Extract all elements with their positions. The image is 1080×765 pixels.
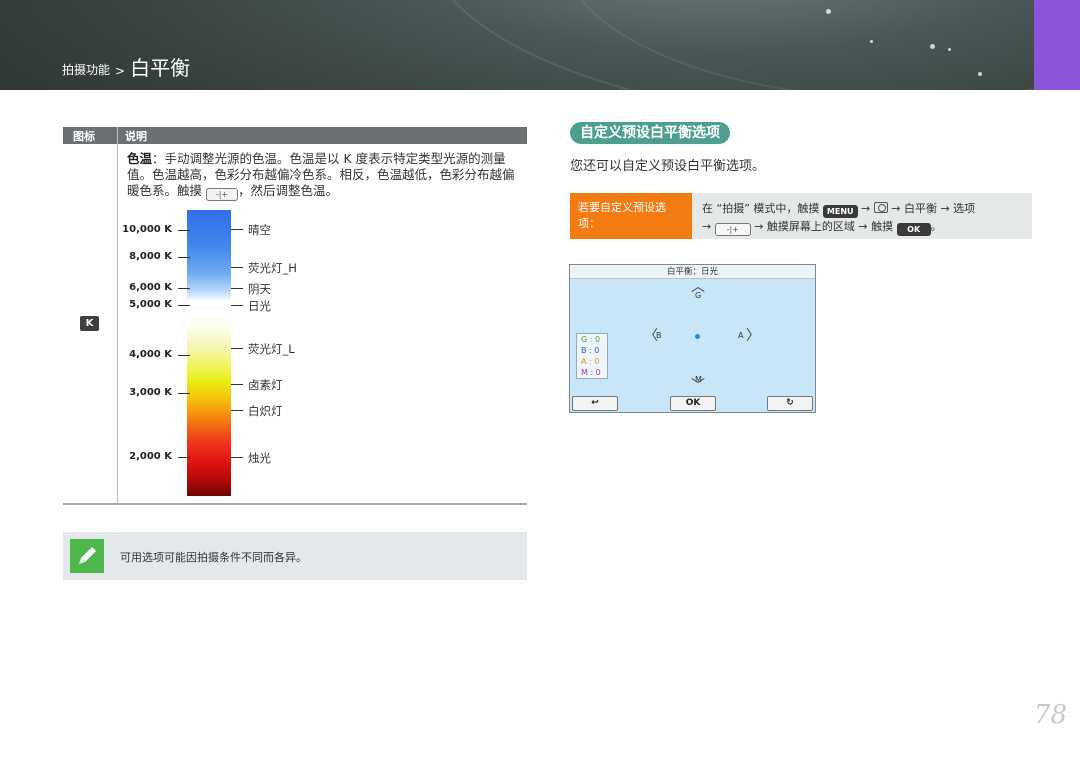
page-title: 白平衡 — [130, 56, 191, 80]
source-tick — [231, 305, 243, 306]
banner-sparkle — [978, 72, 982, 76]
source-label: 阴天 — [248, 282, 271, 296]
kelvin-icon: K — [80, 316, 99, 331]
kelvin-label: 10,000 K — [122, 224, 172, 235]
source-label: 烛光 — [248, 451, 271, 465]
value-b: B : 0 — [581, 346, 600, 355]
breadcrumb: 拍摄功能 > 白平衡 — [62, 52, 190, 81]
source-label: 卤素灯 — [248, 378, 283, 392]
kelvin-tick — [178, 257, 190, 258]
axis-label-b: B — [656, 331, 662, 340]
kelvin-tick — [178, 288, 190, 289]
column-header-description: 说明 — [125, 130, 147, 143]
banner-sparkle — [826, 9, 831, 14]
kelvin-tick — [178, 393, 190, 394]
down-chevron-icon[interactable]: ﹀ — [691, 379, 705, 393]
value-g: G : 0 — [581, 335, 601, 344]
screen-title: 白平衡：日光 — [570, 265, 815, 279]
source-tick — [231, 410, 243, 411]
pencil-note-icon — [70, 539, 104, 573]
value-a: A : 0 — [581, 357, 600, 366]
ok-button[interactable]: OK — [670, 396, 716, 411]
step-text: 在 “拍摄” 模式中，触摸 — [702, 202, 820, 215]
column-divider — [117, 127, 118, 505]
kelvin-label: 2,000 K — [129, 451, 172, 462]
source-label: 日光 — [248, 299, 271, 313]
kelvin-adjust-button-icon: -|+ — [206, 188, 238, 201]
source-tick — [231, 229, 243, 230]
table-bottom-rule — [63, 503, 527, 505]
axis-label-g: G — [695, 291, 702, 300]
kelvin-tick — [178, 457, 190, 458]
procedure-heading: 若要自定义预设选项： — [578, 201, 666, 230]
source-tick — [231, 267, 243, 268]
section-subtitle: 您还可以自定义预设白平衡选项。 — [570, 159, 766, 174]
procedure-step-line: 在 “拍摄” 模式中，触摸 MENU → → 白平衡 → 选项 — [702, 200, 1032, 218]
reset-button[interactable]: ↻ — [767, 396, 813, 411]
breadcrumb-separator: > — [115, 64, 126, 78]
source-tick — [231, 457, 243, 458]
camera-icon — [873, 202, 888, 213]
procedure-steps: 在 “拍摄” 模式中，触摸 MENU → → 白平衡 → 选项 → -|+ → … — [702, 200, 1032, 236]
kelvin-description: 色温：手动调整光源的色温。色温是以 K 度表示特定类型光源的测量值。色温越高，色… — [127, 151, 517, 201]
kelvin-tick — [178, 355, 190, 356]
source-label: 晴空 — [248, 223, 271, 237]
procedure-step-line: → -|+ → 触摸屏幕上的区域 → 触摸 OK。 — [702, 218, 1032, 236]
banner-sparkle — [930, 44, 935, 49]
white-balance-cursor[interactable] — [695, 334, 700, 339]
kelvin-label: 3,000 K — [129, 387, 172, 398]
axis-label-a: A — [738, 331, 744, 340]
description-tail: ，然后调整色温。 — [238, 183, 339, 198]
kelvin-tick — [178, 305, 190, 306]
step-text: → 触摸屏幕上的区域 → 触摸 — [754, 220, 894, 233]
kelvin-label: 5,000 K — [129, 299, 172, 310]
source-tick — [231, 348, 243, 349]
section-title: 自定义预设白平衡选项 — [570, 122, 730, 144]
source-tick — [231, 384, 243, 385]
banner-sparkle — [870, 40, 873, 43]
kelvin-label: 4,000 K — [129, 349, 172, 360]
right-chevron-icon[interactable]: 〉 — [746, 329, 760, 343]
source-label: 荧光灯_L — [248, 342, 295, 356]
source-label: 白炽灯 — [248, 404, 283, 418]
step-arrow: → — [861, 202, 871, 215]
description-term: 色温 — [127, 151, 153, 166]
breadcrumb-parent[interactable]: 拍摄功能 — [62, 61, 110, 78]
step-text: → 白平衡 → 选项 — [891, 202, 976, 215]
menu-button-icon: MENU — [822, 205, 858, 218]
banner-sparkle — [948, 48, 951, 51]
adjust-button-icon: -|+ — [714, 223, 751, 236]
ok-button-icon: OK — [896, 223, 931, 236]
shift-values: G : 0 B : 0 A : 0 M : 0 — [576, 333, 608, 379]
value-m: M : 0 — [581, 368, 601, 377]
page-number: 78 — [1034, 700, 1068, 730]
step-text: 。 — [930, 220, 942, 233]
source-tick — [231, 288, 243, 289]
kelvin-label: 6,000 K — [129, 282, 172, 293]
table-header: 图标 说明 — [63, 127, 527, 144]
note-text: 可用选项可能因拍摄条件不同而各异。 — [120, 551, 307, 564]
color-temperature-scale — [187, 210, 231, 496]
back-button[interactable]: ↩ — [572, 396, 618, 411]
chapter-tab[interactable] — [1034, 0, 1080, 90]
step-arrow: → — [702, 220, 712, 233]
camera-screen: 白平衡：日光 ︿ G 〈 B A 〉 M ﹀ G : 0 B : 0 A : 0… — [569, 264, 816, 413]
kelvin-label: 8,000 K — [129, 251, 172, 262]
column-header-icon: 图标 — [73, 130, 95, 143]
kelvin-tick — [178, 230, 190, 231]
source-label: 荧光灯_H — [248, 261, 297, 275]
